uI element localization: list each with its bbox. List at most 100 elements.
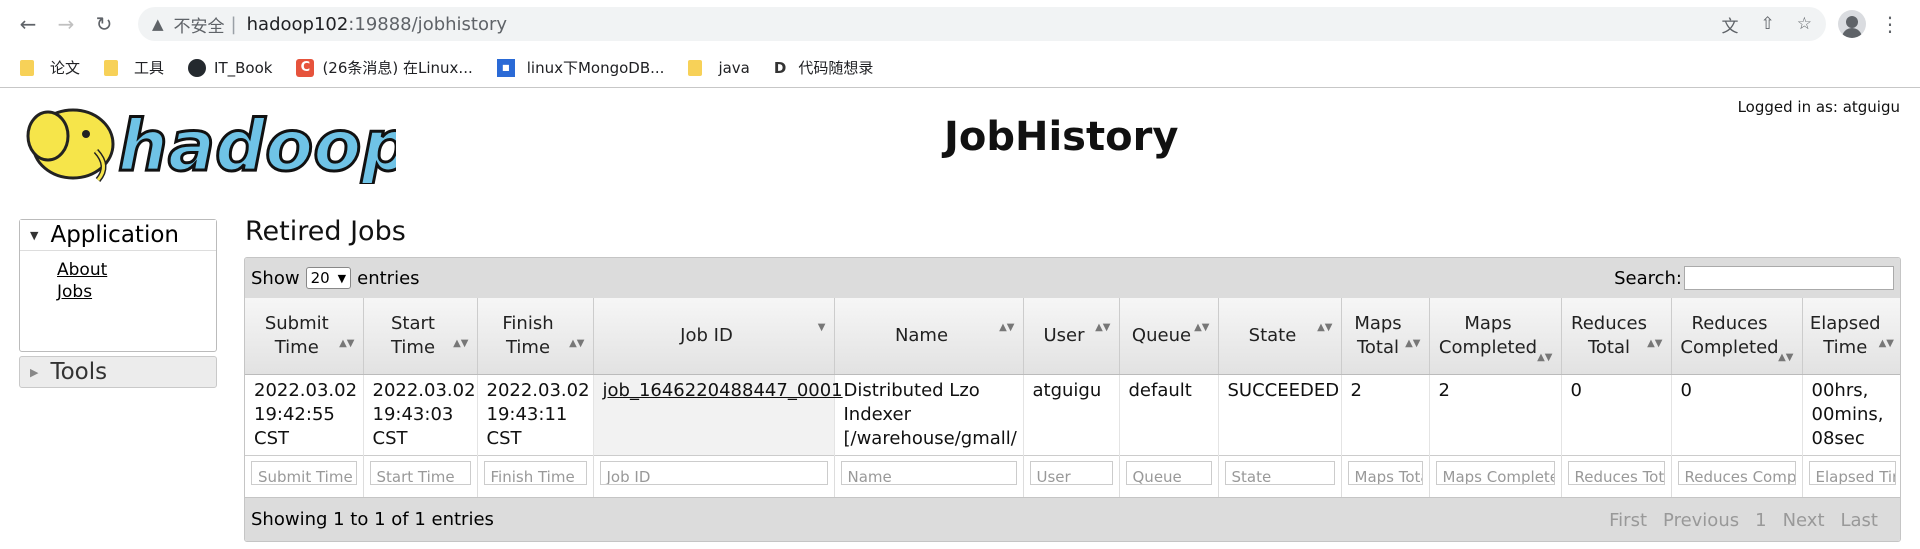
filter-queue-input[interactable]: Queue: [1125, 460, 1212, 485]
cell-submit-time: 2022.03.02 19:42:55 CST: [245, 374, 364, 455]
folder-icon: [688, 59, 703, 76]
filter-maps-total-input[interactable]: Maps Tota: [1347, 460, 1423, 485]
bookmark-item[interactable]: C (26条消息) 在Linux...: [296, 57, 473, 78]
folder-icon: [20, 59, 34, 76]
hadoop-logo[interactable]: hadoop: [18, 96, 413, 189]
cell-queue: default: [1119, 374, 1219, 455]
pager-previous-button[interactable]: Previous: [1655, 510, 1747, 531]
filter-job-id-input[interactable]: Job ID: [599, 460, 828, 485]
sidebar-link-about[interactable]: About: [57, 259, 216, 281]
bookmark-star-icon[interactable]: ☆: [1797, 14, 1812, 34]
sort-icon: ▲▼: [1878, 337, 1894, 349]
cell-reduces-completed: 0: [1671, 374, 1803, 455]
show-label: Show: [251, 267, 300, 289]
filter-finish-time-input[interactable]: Finish Time: [483, 460, 587, 485]
bookmark-item[interactable]: java: [688, 59, 750, 77]
column-header[interactable]: Name ▲▼: [834, 298, 1024, 375]
sort-icon: ▲▼: [1317, 321, 1333, 333]
filter-reduces-completed-input[interactable]: Reduces Comp: [1677, 460, 1796, 485]
column-header[interactable]: Finish Time ▲▼: [477, 298, 594, 375]
pager-first-button[interactable]: First: [1601, 510, 1655, 531]
logged-in-label: Logged in as: atguigu: [1737, 98, 1900, 116]
page-content: hadoop JobHistory Logged in as: atguigu …: [0, 88, 1920, 549]
url-path: :19888/jobhistory: [348, 13, 508, 35]
cell-start-time: 2022.03.02 19:43:03 CST: [363, 374, 478, 455]
column-header[interactable]: Maps Completed ▲▼: [1429, 298, 1562, 375]
url-host: hadoop102: [246, 13, 349, 35]
cell-user: atguigu: [1023, 374, 1120, 455]
sort-icon: ▲▼: [1537, 351, 1553, 363]
sort-icon: ▲▼: [569, 337, 585, 349]
translate-icon[interactable]: 文: [1722, 12, 1739, 37]
github-icon: [188, 58, 207, 77]
cell-job-id: job_1646220488447_0001: [593, 374, 843, 455]
browser-menu-icon[interactable]: ⋮: [1880, 10, 1900, 38]
column-header[interactable]: Queue ▲▼: [1119, 298, 1219, 375]
triangle-down-icon: ▼: [30, 228, 39, 242]
bookmark-item[interactable]: 论文: [20, 57, 80, 78]
chevron-down-icon: ▼: [337, 271, 347, 285]
cell-reduces-total: 0: [1561, 374, 1672, 455]
bookmark-item[interactable]: IT_Book: [188, 58, 272, 77]
profile-avatar[interactable]: [1838, 10, 1866, 38]
column-header[interactable]: Elapsed Time ▲▼: [1802, 298, 1900, 375]
filter-row: Submit Time Start Time Finish Time Job I…: [245, 454, 1900, 497]
column-header[interactable]: Reduces Total ▲▼: [1561, 298, 1672, 375]
bookmark-item[interactable]: ■ linux下MongoDB...: [496, 57, 664, 78]
forward-button[interactable]: →: [48, 6, 84, 42]
entries-info: Showing 1 to 1 of 1 entries: [251, 509, 494, 530]
sidebar-link-jobs[interactable]: Jobs: [57, 281, 216, 303]
browser-toolbar: ← → ↻ ▲ 不安全 | hadoop102:19888/jobhistory…: [0, 0, 1920, 48]
sidebar: ▼ Application About Jobs ▶ Tools: [19, 219, 217, 388]
page-title: JobHistory: [944, 114, 1179, 160]
application-header[interactable]: ▼ Application: [20, 220, 216, 251]
reload-button[interactable]: ↻: [86, 6, 122, 42]
column-header[interactable]: User ▲▼: [1023, 298, 1120, 375]
column-header[interactable]: Reduces Completed ▲▼: [1671, 298, 1803, 375]
back-button[interactable]: ←: [10, 6, 46, 42]
column-header[interactable]: Job ID ▼: [593, 298, 835, 375]
pagination: First Previous 1 Next Last: [1601, 498, 1887, 541]
filter-state-input[interactable]: State: [1224, 460, 1335, 485]
back-arrow-icon: ←: [19, 12, 37, 36]
filter-name-input[interactable]: Name: [840, 460, 1017, 485]
column-header[interactable]: State ▲▼: [1218, 298, 1342, 375]
d-icon: D: [773, 58, 787, 77]
column-header[interactable]: Submit Time ▲▼: [245, 298, 364, 375]
column-header[interactable]: Maps Total ▲▼: [1341, 298, 1430, 375]
sort-icon: ▲▼: [453, 337, 469, 349]
entries-per-page-select[interactable]: 20 ▼: [305, 267, 352, 289]
filter-reduces-total-input[interactable]: Reduces Tot: [1567, 460, 1665, 485]
column-header[interactable]: Start Time ▲▼: [363, 298, 478, 375]
datatable-toolbar: Show 20 ▼ entries Search:: [245, 258, 1900, 298]
insecure-label: 不安全: [173, 16, 225, 37]
sort-desc-icon: ▼: [817, 321, 826, 333]
address-bar[interactable]: ▲ 不安全 | hadoop102:19888/jobhistory 文 ⇧ ☆: [138, 7, 1826, 41]
bookmarks-bar: 论文 工具 IT_Book C (26条消息) 在Linux... ■ linu…: [0, 48, 1920, 88]
folder-icon: [104, 59, 119, 76]
reload-icon: ↻: [95, 12, 113, 36]
main-content: Retired Jobs Show 20 ▼ entries Search: S…: [244, 216, 1901, 542]
warning-triangle-icon: ▲: [152, 15, 164, 33]
sort-icon: ▲▼: [1194, 321, 1210, 333]
jobs-table: Submit Time ▲▼ Start Time ▲▼ Finish Time ▲▼…: [245, 298, 1900, 497]
sort-icon: ▲▼: [1095, 321, 1111, 333]
search-input[interactable]: [1684, 266, 1894, 290]
filter-submit-time-input[interactable]: Submit Time: [251, 460, 357, 485]
filter-user-input[interactable]: User: [1029, 460, 1113, 485]
triangle-right-icon: ▶: [30, 365, 39, 379]
filter-elapsed-time-input[interactable]: Elapsed Tin: [1808, 460, 1896, 485]
bookmark-item[interactable]: 工具: [104, 57, 164, 78]
pager-page-1-button[interactable]: 1: [1747, 510, 1774, 531]
pager-next-button[interactable]: Next: [1775, 510, 1833, 531]
datatable-footer: Showing 1 to 1 of 1 entries First Previo…: [245, 497, 1900, 541]
pager-last-button[interactable]: Last: [1833, 510, 1887, 531]
tools-panel-header[interactable]: ▶ Tools: [19, 356, 217, 388]
filter-maps-completed-input[interactable]: Maps Complete: [1435, 460, 1555, 485]
bookmark-item[interactable]: D 代码随想录: [774, 57, 873, 78]
share-icon[interactable]: ⇧: [1761, 14, 1775, 34]
filter-start-time-input[interactable]: Start Time: [369, 460, 471, 485]
section-title: Retired Jobs: [245, 216, 406, 247]
logo-wordmark: hadoop: [118, 105, 396, 184]
job-id-link[interactable]: job_1646220488447_0001: [603, 380, 843, 401]
